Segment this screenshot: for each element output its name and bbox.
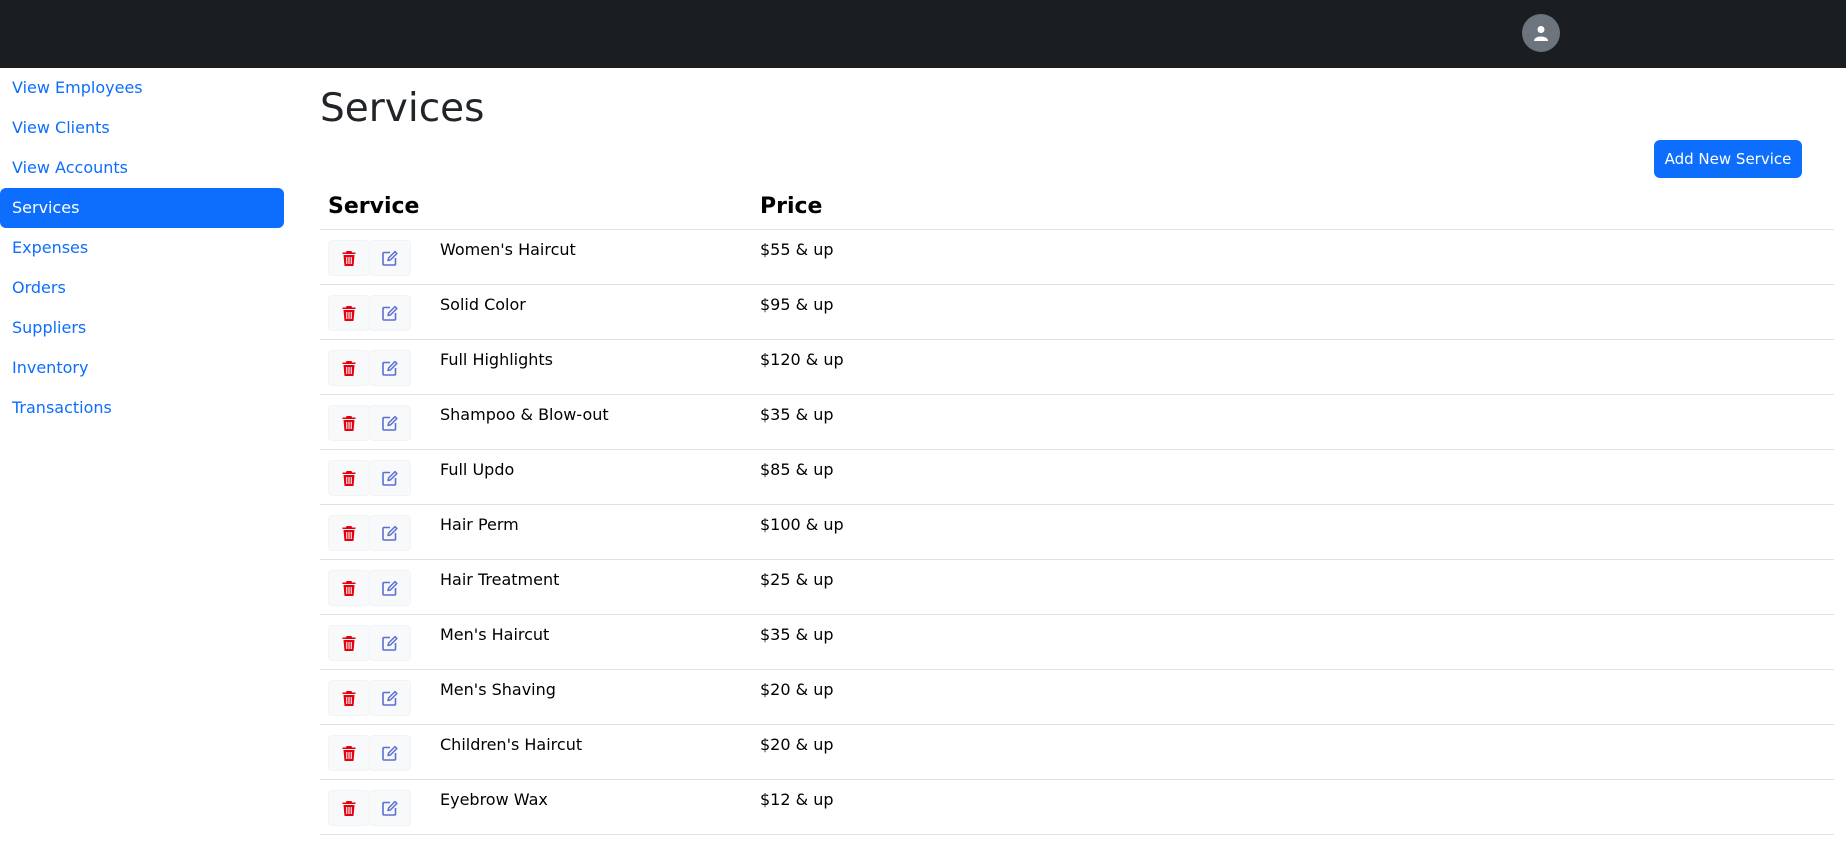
service-name: Full Updo	[440, 460, 515, 479]
edit-button[interactable]	[369, 350, 411, 386]
page-title: Services	[320, 86, 485, 131]
table-row: Hair Perm $100 & up	[320, 505, 1834, 560]
service-price: $35 & up	[760, 625, 834, 644]
service-name: Solid Color	[440, 295, 526, 314]
sidebar-item-view-accounts[interactable]: View Accounts	[0, 148, 284, 188]
table-row: Eyebrow Wax $12 & up	[320, 780, 1834, 835]
sidebar-item-services[interactable]: Services	[0, 188, 284, 228]
service-price: $25 & up	[760, 570, 834, 589]
service-price: $120 & up	[760, 350, 844, 369]
service-name: Men's Shaving	[440, 680, 556, 699]
table-row: Men's Haircut $35 & up	[320, 615, 1834, 670]
add-new-service-button[interactable]: Add New Service	[1654, 140, 1802, 178]
edit-button[interactable]	[369, 790, 411, 826]
delete-button[interactable]	[328, 735, 370, 771]
edit-icon	[382, 305, 398, 321]
edit-button[interactable]	[369, 680, 411, 716]
column-header-price: Price	[760, 194, 823, 219]
service-price: $95 & up	[760, 295, 834, 314]
edit-icon	[382, 250, 398, 266]
service-name: Full Highlights	[440, 350, 554, 369]
sidebar-item-inventory[interactable]: Inventory	[0, 348, 284, 388]
sidebar-item-orders[interactable]: Orders	[0, 268, 284, 308]
table-row: Children's Haircut $20 & up	[320, 725, 1834, 780]
service-name: Eyebrow Wax	[440, 790, 548, 809]
service-price: $20 & up	[760, 735, 834, 754]
sidebar-item-suppliers[interactable]: Suppliers	[0, 308, 284, 348]
edit-icon	[382, 690, 398, 706]
service-price: $35 & up	[760, 405, 834, 424]
delete-button[interactable]	[328, 680, 370, 716]
service-name: Children's Haircut	[440, 735, 583, 754]
trash-icon	[342, 691, 356, 706]
edit-icon	[382, 580, 398, 596]
delete-button[interactable]	[328, 625, 370, 661]
service-name: Shampoo & Blow-out	[440, 405, 609, 424]
service-price: $55 & up	[760, 240, 834, 259]
sidebar-item-transactions[interactable]: Transactions	[0, 388, 284, 428]
trash-icon	[342, 471, 356, 486]
trash-icon	[342, 801, 356, 816]
service-name: Hair Treatment	[440, 570, 560, 589]
edit-icon	[382, 360, 398, 376]
edit-button[interactable]	[369, 515, 411, 551]
trash-icon	[342, 251, 356, 266]
column-header-service: Service	[328, 194, 420, 219]
delete-button[interactable]	[328, 790, 370, 826]
sidebar-item-view-employees[interactable]: View Employees	[0, 68, 284, 108]
sidebar: View Employees View Clients View Account…	[0, 68, 284, 868]
edit-button[interactable]	[369, 460, 411, 496]
top-navbar	[0, 0, 1846, 68]
trash-icon	[342, 636, 356, 651]
table-body: Women's Haircut $55 & up Solid Color $95…	[320, 230, 1834, 835]
service-price: $100 & up	[760, 515, 844, 534]
table-row: Shampoo & Blow-out $35 & up	[320, 395, 1834, 450]
service-price: $85 & up	[760, 460, 834, 479]
edit-icon	[382, 470, 398, 486]
edit-icon	[382, 800, 398, 816]
user-avatar-button[interactable]	[1522, 14, 1560, 52]
service-price: $20 & up	[760, 680, 834, 699]
service-price: $12 & up	[760, 790, 834, 809]
service-name: Women's Haircut	[440, 240, 576, 259]
edit-button[interactable]	[369, 295, 411, 331]
sidebar-item-view-clients[interactable]: View Clients	[0, 108, 284, 148]
trash-icon	[342, 416, 356, 431]
edit-button[interactable]	[369, 735, 411, 771]
table-row: Solid Color $95 & up	[320, 285, 1834, 340]
service-name: Hair Perm	[440, 515, 519, 534]
trash-icon	[342, 746, 356, 761]
delete-button[interactable]	[328, 295, 370, 331]
delete-button[interactable]	[328, 570, 370, 606]
service-name: Men's Haircut	[440, 625, 550, 644]
trash-icon	[342, 306, 356, 321]
edit-button[interactable]	[369, 240, 411, 276]
table-row: Full Highlights $120 & up	[320, 340, 1834, 395]
delete-button[interactable]	[328, 240, 370, 276]
delete-button[interactable]	[328, 350, 370, 386]
delete-button[interactable]	[328, 515, 370, 551]
trash-icon	[342, 526, 356, 541]
edit-button[interactable]	[369, 625, 411, 661]
user-icon	[1534, 26, 1548, 41]
edit-button[interactable]	[369, 405, 411, 441]
table-row: Hair Treatment $25 & up	[320, 560, 1834, 615]
edit-icon	[382, 745, 398, 761]
table-row: Men's Shaving $20 & up	[320, 670, 1834, 725]
table-row: Full Updo $85 & up	[320, 450, 1834, 505]
delete-button[interactable]	[328, 460, 370, 496]
services-table: Service Price Women's Haircut $55 & up S…	[320, 182, 1834, 835]
delete-button[interactable]	[328, 405, 370, 441]
table-header: Service Price	[320, 182, 1834, 230]
table-row: Women's Haircut $55 & up	[320, 230, 1834, 285]
edit-button[interactable]	[369, 570, 411, 606]
edit-icon	[382, 635, 398, 651]
edit-icon	[382, 415, 398, 431]
sidebar-item-expenses[interactable]: Expenses	[0, 228, 284, 268]
edit-icon	[382, 525, 398, 541]
trash-icon	[342, 581, 356, 596]
trash-icon	[342, 361, 356, 376]
